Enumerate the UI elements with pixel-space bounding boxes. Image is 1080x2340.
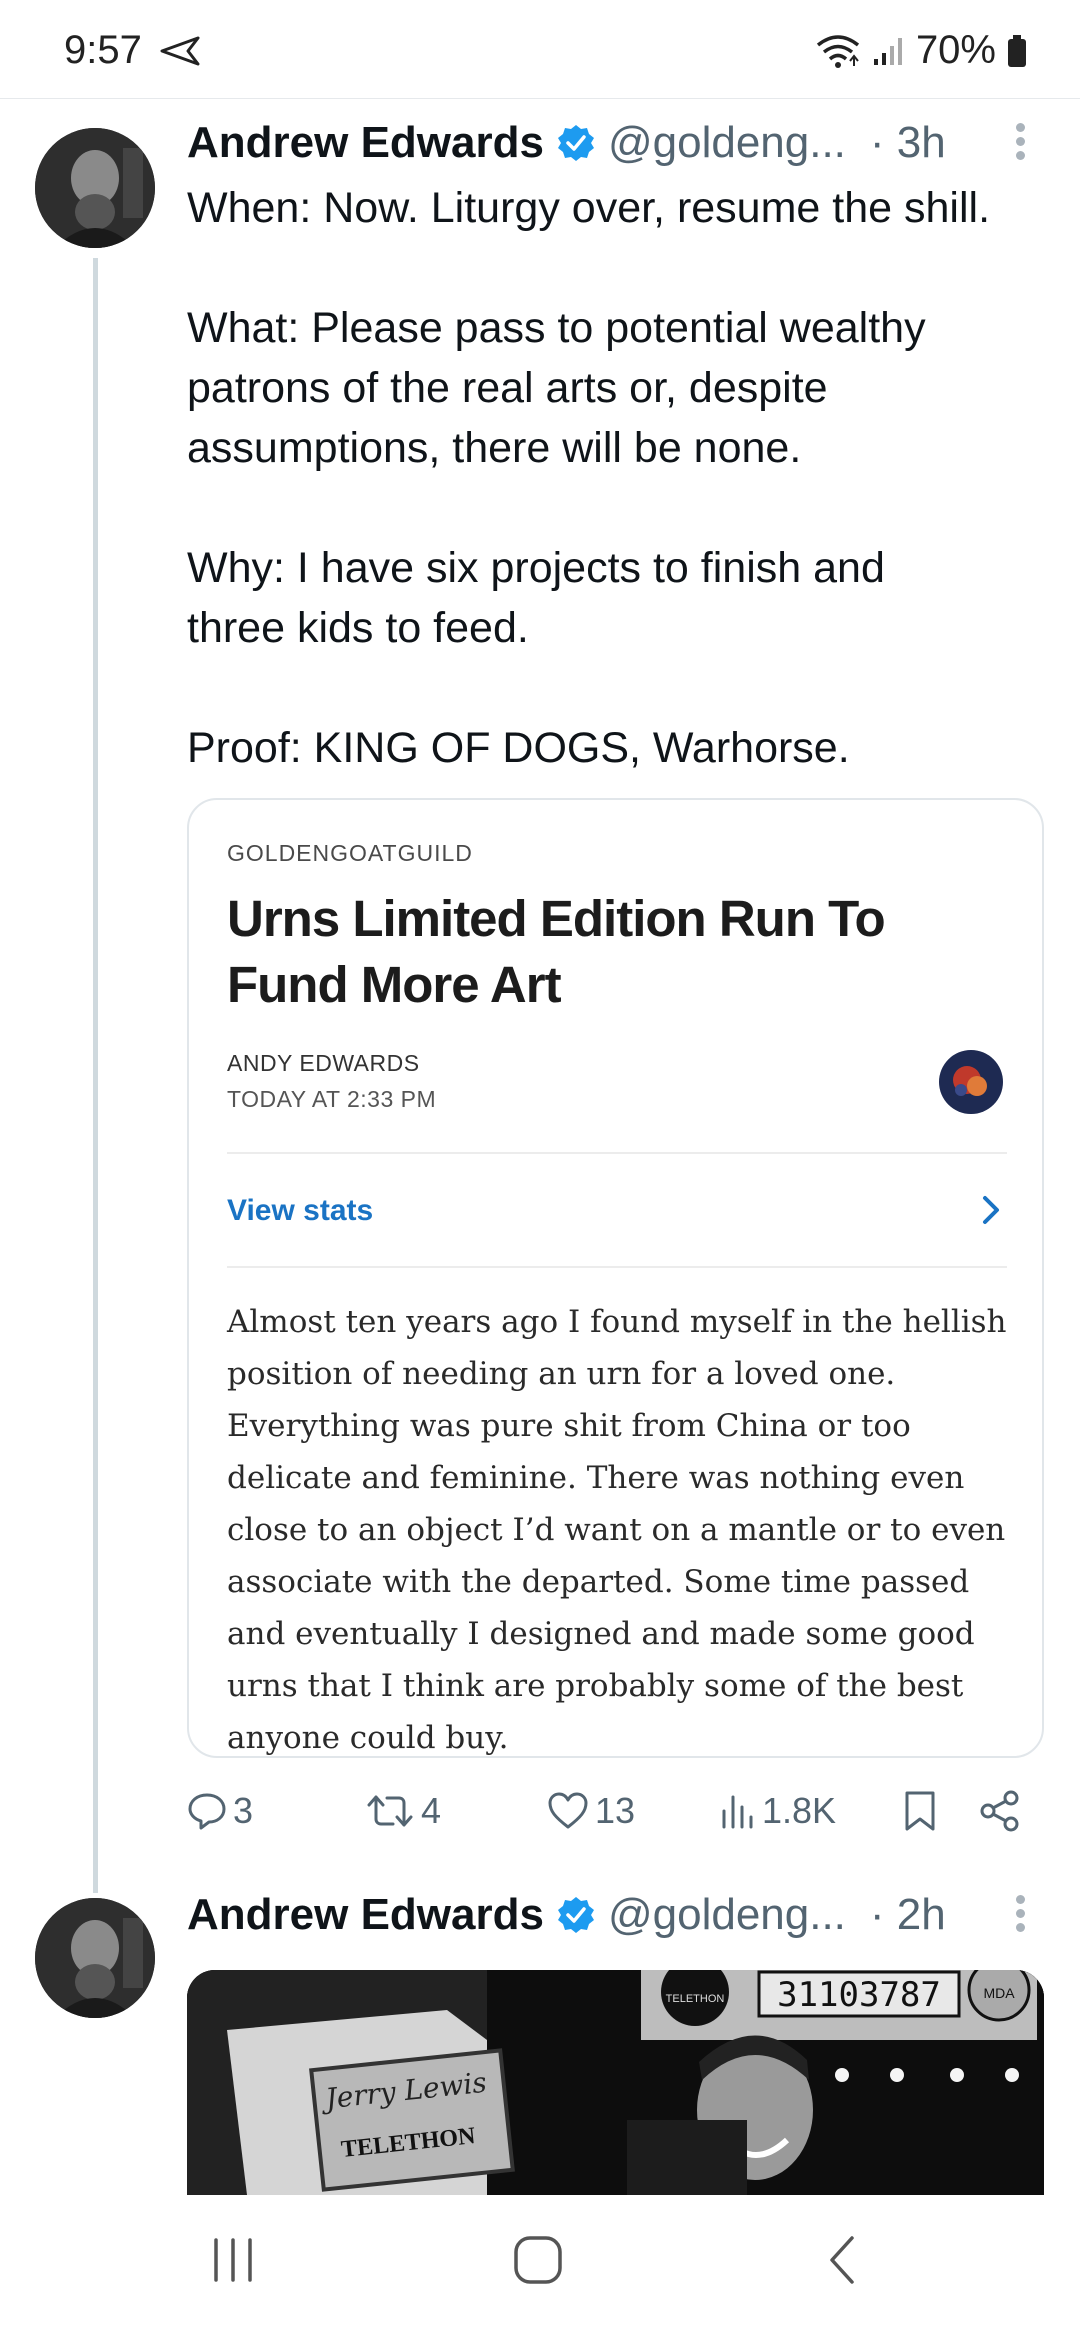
author-handle[interactable]: @goldeng... <box>608 1890 846 1940</box>
tweet-text-line: patrons of the real arts or, despite <box>187 364 828 412</box>
author-name[interactable]: Andrew Edwards <box>187 1890 544 1940</box>
battery-percent: 70% <box>915 28 996 72</box>
tweet-header: Andrew Edwards @goldeng... · 2h <box>187 1890 946 1940</box>
author-handle[interactable]: @goldeng... <box>608 118 846 168</box>
like-button[interactable]: 13 <box>547 1790 635 1832</box>
card-date: TODAY AT 2:33 PM <box>227 1086 437 1112</box>
mda-badge: MDA <box>983 1985 1015 2001</box>
share-icon[interactable] <box>979 1790 1021 1832</box>
card-divider <box>227 1152 1007 1154</box>
verified-badge-icon <box>557 125 594 161</box>
status-divider <box>0 98 1080 99</box>
views-count: 1.8K <box>762 1790 837 1831</box>
card-body: Almost ten years ago I found myself in t… <box>227 1304 1007 1756</box>
telethon-badge-label: TELETHON <box>666 1993 725 2005</box>
battery-icon <box>1008 34 1026 67</box>
reply-button[interactable]: 3 <box>187 1790 253 1832</box>
tweet-text-line: Proof: KING OF DOGS, Warhorse. <box>187 724 850 772</box>
wifi-icon <box>816 34 860 68</box>
tweet-text: When: Now. Liturgy over, resume the shil… <box>187 178 1047 778</box>
send-icon <box>160 36 200 66</box>
heart-icon <box>548 1792 588 1829</box>
link-card[interactable]: GOLDENGOATGUILD Urns Limited Edition Run… <box>187 798 1044 1758</box>
recent-apps-icon[interactable] <box>208 2232 258 2288</box>
status-right: 70% <box>814 28 1028 73</box>
retweet-icon <box>367 1795 413 1827</box>
back-icon[interactable] <box>822 2232 862 2288</box>
status-bar: 9:57 70% <box>0 0 1080 100</box>
tweet-text-line: Why: I have six projects to finish and <box>187 544 885 592</box>
like-count: 13 <box>595 1790 636 1831</box>
tweet-header: Andrew Edwards @goldeng... · 3h <box>187 118 946 168</box>
more-options-icon[interactable] <box>1010 1890 1030 1950</box>
telethon-photo: 31103787 TELETHON MDA Jerry Lewis TELETH… <box>187 1970 1044 2195</box>
status-time: 9:57 <box>64 28 142 72</box>
system-nav-bar <box>0 2196 1080 2340</box>
reply-icon <box>188 1793 226 1830</box>
avatar[interactable] <box>35 1898 155 2018</box>
views-chart-icon <box>722 1795 753 1829</box>
author-name[interactable]: Andrew Edwards <box>187 118 544 168</box>
home-icon[interactable] <box>510 2232 566 2288</box>
verified-badge-icon <box>557 1897 594 1933</box>
view-stats-link[interactable]: View stats <box>227 1194 373 1228</box>
tweet-media-image[interactable]: 31103787 TELETHON MDA Jerry Lewis TELETH… <box>187 1970 1044 2195</box>
tweet-text-line: What: Please pass to potential wealthy <box>187 304 926 352</box>
tweet-text-line: When: Now. Liturgy over, resume the shil… <box>187 184 991 232</box>
telethon-counter: 31103787 <box>777 1975 941 2015</box>
reply-count: 3 <box>233 1790 254 1831</box>
thread-line <box>93 258 98 1893</box>
avatar-photo <box>35 1898 155 2018</box>
retweet-count: 4 <box>421 1790 442 1831</box>
tweet-time[interactable]: · 3h <box>870 118 946 168</box>
chevron-right-icon[interactable] <box>979 1192 1005 1228</box>
tweet-time[interactable]: · 2h <box>870 1890 946 1940</box>
avatar[interactable] <box>35 128 155 248</box>
bookmark-icon[interactable] <box>903 1790 937 1832</box>
tweet-text-line: assumptions, there will be none. <box>187 424 802 472</box>
signal-icon <box>873 37 902 65</box>
card-author: ANDY EDWARDS <box>227 1050 420 1076</box>
card-title: Urns Limited Edition Run To Fund More Ar… <box>227 890 886 1013</box>
tweet-actions: 3 4 13 1.8K <box>187 1790 1047 1840</box>
retweet-button[interactable]: 4 <box>365 1790 441 1832</box>
card-source: GOLDENGOATGUILD <box>227 840 473 866</box>
card-avatar-image <box>939 1050 1003 1114</box>
more-options-icon[interactable] <box>1010 118 1030 178</box>
card-divider <box>227 1266 1007 1268</box>
avatar-photo <box>35 128 155 248</box>
tweet-text-line: three kids to feed. <box>187 604 529 652</box>
views-button[interactable]: 1.8K <box>720 1790 836 1832</box>
card-avatar <box>939 1050 1003 1114</box>
